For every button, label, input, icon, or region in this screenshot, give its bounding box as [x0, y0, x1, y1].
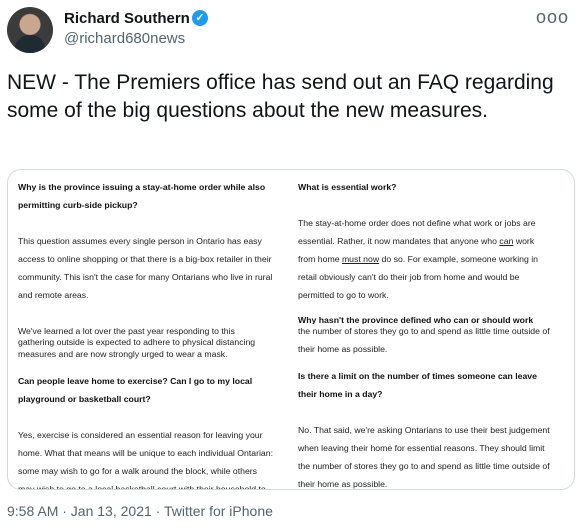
faq-question: their home in a day? — [298, 389, 383, 399]
author-name[interactable]: Richard Southern — [64, 10, 190, 27]
faq-answer-line: from home must now do so. For example, s… — [298, 250, 560, 268]
faq-answer-line: This question assumes every single perso… — [18, 236, 262, 246]
faq-answer-line: their home as possible. — [298, 344, 388, 354]
verified-badge-icon: ✓ — [192, 10, 208, 26]
faq-left-column: Why is the province issuing a stay-at-ho… — [18, 170, 292, 490]
tweet-image[interactable]: Why is the province issuing a stay-at-ho… — [7, 169, 575, 490]
faq-answer-line: measures and are now strongly urged to w… — [18, 349, 228, 359]
faq-question: permitting curb-side pickup? — [18, 200, 138, 210]
faq-answer-line: and remote areas. — [18, 290, 89, 300]
tweet-timestamp[interactable]: 9:58 AM · Jan 13, 2021 · Twitter for iPh… — [7, 503, 273, 519]
faq-question: Is there a limit on the number of times … — [298, 371, 537, 381]
faq-answer-line: permitted to go to work. — [298, 290, 389, 300]
faq-answer-line: retail obviously can't do their job from… — [298, 272, 520, 282]
faq-answer-line: essential. Rather, it now mandates that … — [298, 232, 560, 250]
more-options-icon[interactable]: ooo — [536, 7, 569, 28]
faq-answer-line: their home as possible. — [298, 479, 388, 489]
faq-text: from home — [298, 254, 342, 264]
faq-underlined-text: must now — [341, 254, 380, 264]
faq-answer-line: may wish to go to a local basketball cou… — [18, 484, 266, 490]
faq-answer-line: when leaving their home for essential re… — [298, 443, 545, 453]
faq-answer-line: home. What that means will be unique to … — [18, 448, 273, 458]
author-handle[interactable]: @richard680news — [64, 30, 185, 47]
faq-answer-line: The stay-at-home order does not define w… — [298, 218, 536, 228]
faq-question: playground or basketball court? — [18, 394, 151, 404]
faq-answer-line: access to online shopping or that there … — [18, 254, 272, 264]
faq-underlined-text: can — [499, 236, 514, 246]
faq-answer-line: No. That said, we're asking Ontarians to… — [298, 425, 550, 435]
faq-text: essential. Rather, it now mandates that … — [298, 236, 500, 246]
faq-answer-line: the number of stores they go to and spen… — [298, 326, 550, 336]
faq-answer-line: the number of stores they go to and spen… — [298, 461, 550, 471]
faq-answer-line: some may wish to go for a walk around th… — [18, 466, 258, 476]
faq-question: Can people leave home to exercise? Can I… — [18, 376, 253, 386]
faq-answer-line: Yes, exercise is considered an essential… — [18, 430, 263, 440]
faq-right-column: What is essential work? The stay-at-home… — [298, 170, 560, 489]
avatar[interactable] — [7, 7, 53, 53]
faq-question: What is essential work? — [298, 182, 397, 192]
faq-question: Why is the province issuing a stay-at-ho… — [18, 182, 266, 192]
tweet-header: Richard Southern ✓ @richard680news ooo — [7, 7, 577, 55]
faq-text: do so. For example, someone working in — [379, 254, 538, 264]
faq-answer-line: community. This isn't the case for many … — [18, 272, 273, 282]
tweet-text: NEW - The Premiers office has send out a… — [7, 71, 554, 122]
faq-text: work — [513, 236, 535, 246]
